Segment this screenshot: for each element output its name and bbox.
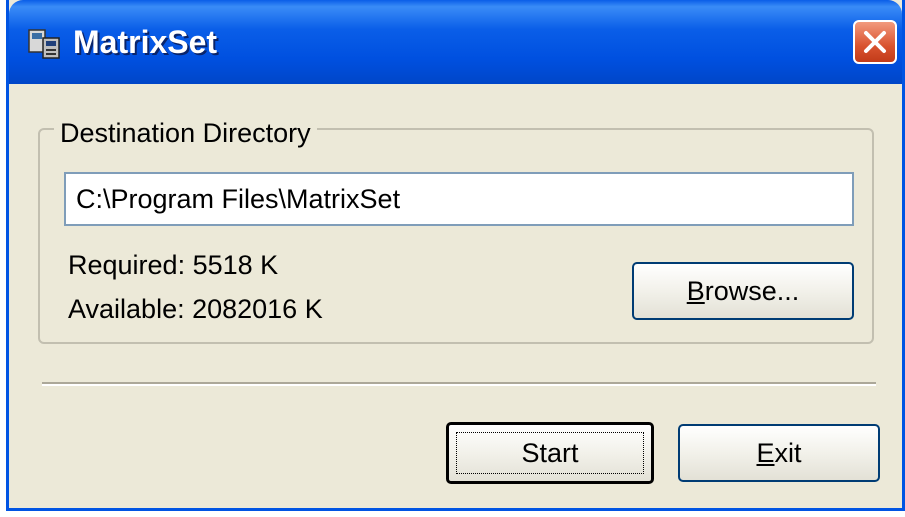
close-icon [864,31,886,53]
browse-accelerator: B [686,276,705,306]
group-label: Destination Directory [54,118,317,149]
destination-path-input[interactable] [64,172,854,226]
start-button[interactable]: Start [446,422,654,484]
required-space-text: Required: 5518 K [68,250,279,280]
focus-ring [456,432,644,474]
exit-accelerator: E [756,438,775,468]
title-bar[interactable]: MatrixSet [9,0,902,84]
separator [42,382,876,386]
window-title: MatrixSet [73,24,218,60]
available-space-text: Available: 2082016 K [68,294,323,324]
close-button[interactable] [853,20,897,64]
setup-icon [28,29,60,59]
browse-button[interactable]: Browse... [632,262,854,320]
browse-label: rowse... [704,276,800,306]
exit-button[interactable]: Exit [678,424,880,482]
exit-label: xit [774,438,802,468]
